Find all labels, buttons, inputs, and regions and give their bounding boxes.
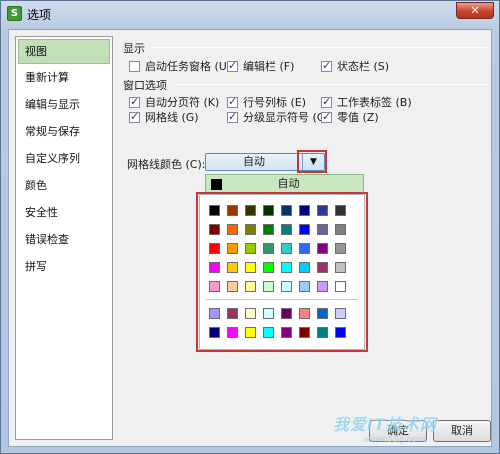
option-gridlines[interactable]: 网格线 (G) <box>129 109 199 125</box>
sheet-tabs-label: 工作表标签 (B) <box>337 96 412 109</box>
option-sheet-tabs[interactable]: 工作表标签 (B) <box>321 94 412 110</box>
dialog-body: 视图 重新计算 编辑与显示 常规与保存 自定义序列 颜色 安全性 错误检查 拼写… <box>8 29 492 447</box>
highlight-palette-box <box>196 192 368 352</box>
title-bar[interactable]: S 选项 ✕ <box>1 1 499 27</box>
zero-values-checkbox[interactable] <box>321 110 332 123</box>
auto-color-option[interactable]: 自动 <box>205 174 364 194</box>
auto-color-label: 自动 <box>277 177 300 190</box>
formula-bar-checkbox[interactable] <box>227 59 238 72</box>
status-bar-label: 状态栏 (S) <box>337 60 390 73</box>
option-zero-values[interactable]: 零值 (Z) <box>321 109 379 125</box>
sidebar-item-recalc[interactable]: 重新计算 <box>16 64 112 91</box>
option-page-breaks[interactable]: 自动分页符 (K) <box>129 94 219 110</box>
category-list: 视图 重新计算 编辑与显示 常规与保存 自定义序列 颜色 安全性 错误检查 拼写 <box>15 36 113 440</box>
option-outline-symbols[interactable]: 分级显示符号 (O) <box>227 109 330 125</box>
page-breaks-checkbox[interactable] <box>129 95 140 108</box>
window-options-divider <box>175 84 487 85</box>
option-status-bar[interactable]: 状态栏 (S) <box>321 58 389 74</box>
gridlines-label: 网格线 (G) <box>145 111 199 124</box>
row-col-headers-checkbox[interactable] <box>227 95 238 108</box>
sidebar-item-edit-display[interactable]: 编辑与显示 <box>16 91 112 118</box>
row-col-headers-label: 行号列标 (E) <box>243 96 307 109</box>
sidebar-item-spelling[interactable]: 拼写 <box>16 253 112 280</box>
highlight-arrow-box <box>297 150 327 173</box>
option-task-pane[interactable]: 启动任务窗格 (U) <box>129 58 231 74</box>
sidebar-item-general-save[interactable]: 常规与保存 <box>16 118 112 145</box>
option-row-col-headers[interactable]: 行号列标 (E) <box>227 94 306 110</box>
options-dialog: S 选项 ✕ 视图 重新计算 编辑与显示 常规与保存 自定义序列 颜色 安全性 … <box>0 0 500 454</box>
view-settings-panel: 显示 启动任务窗格 (U) 编辑栏 (F) 状态栏 (S) 窗口选项 自动分页符… <box>121 34 487 442</box>
status-bar-checkbox[interactable] <box>321 59 332 72</box>
sidebar-item-custom-lists[interactable]: 自定义序列 <box>16 145 112 172</box>
outline-symbols-label: 分级显示符号 (O) <box>243 111 330 124</box>
watermark-url: www.52ij.com <box>363 435 426 445</box>
sidebar-item-view[interactable]: 视图 <box>18 39 110 64</box>
formula-bar-label: 编辑栏 (F) <box>243 60 295 73</box>
gridline-color-value: 自动 <box>243 155 265 168</box>
window-title: 选项 <box>27 8 52 22</box>
zero-values-label: 零值 (Z) <box>337 111 379 124</box>
sidebar-item-color[interactable]: 颜色 <box>16 172 112 199</box>
app-icon: S <box>7 6 22 21</box>
sidebar-item-security[interactable]: 安全性 <box>16 199 112 226</box>
gridlines-checkbox[interactable] <box>129 110 140 123</box>
window-options-title: 窗口选项 <box>123 79 167 92</box>
sidebar-item-error-check[interactable]: 错误检查 <box>16 226 112 253</box>
page-breaks-label: 自动分页符 (K) <box>145 96 220 109</box>
site-watermark: 我爱IT技术网 www.52ij.com <box>311 399 500 454</box>
task-pane-label: 启动任务窗格 (U) <box>145 60 232 73</box>
display-group-title: 显示 <box>123 42 145 55</box>
gridline-color-label: 网格线颜色 (C): <box>127 158 206 171</box>
task-pane-checkbox[interactable] <box>129 60 140 72</box>
display-divider <box>151 47 487 48</box>
option-formula-bar[interactable]: 编辑栏 (F) <box>227 58 294 74</box>
watermark-text: 我爱IT技术网 <box>333 415 437 434</box>
sheet-tabs-checkbox[interactable] <box>321 95 332 108</box>
close-button[interactable]: ✕ <box>456 2 494 19</box>
outline-symbols-checkbox[interactable] <box>227 110 238 123</box>
